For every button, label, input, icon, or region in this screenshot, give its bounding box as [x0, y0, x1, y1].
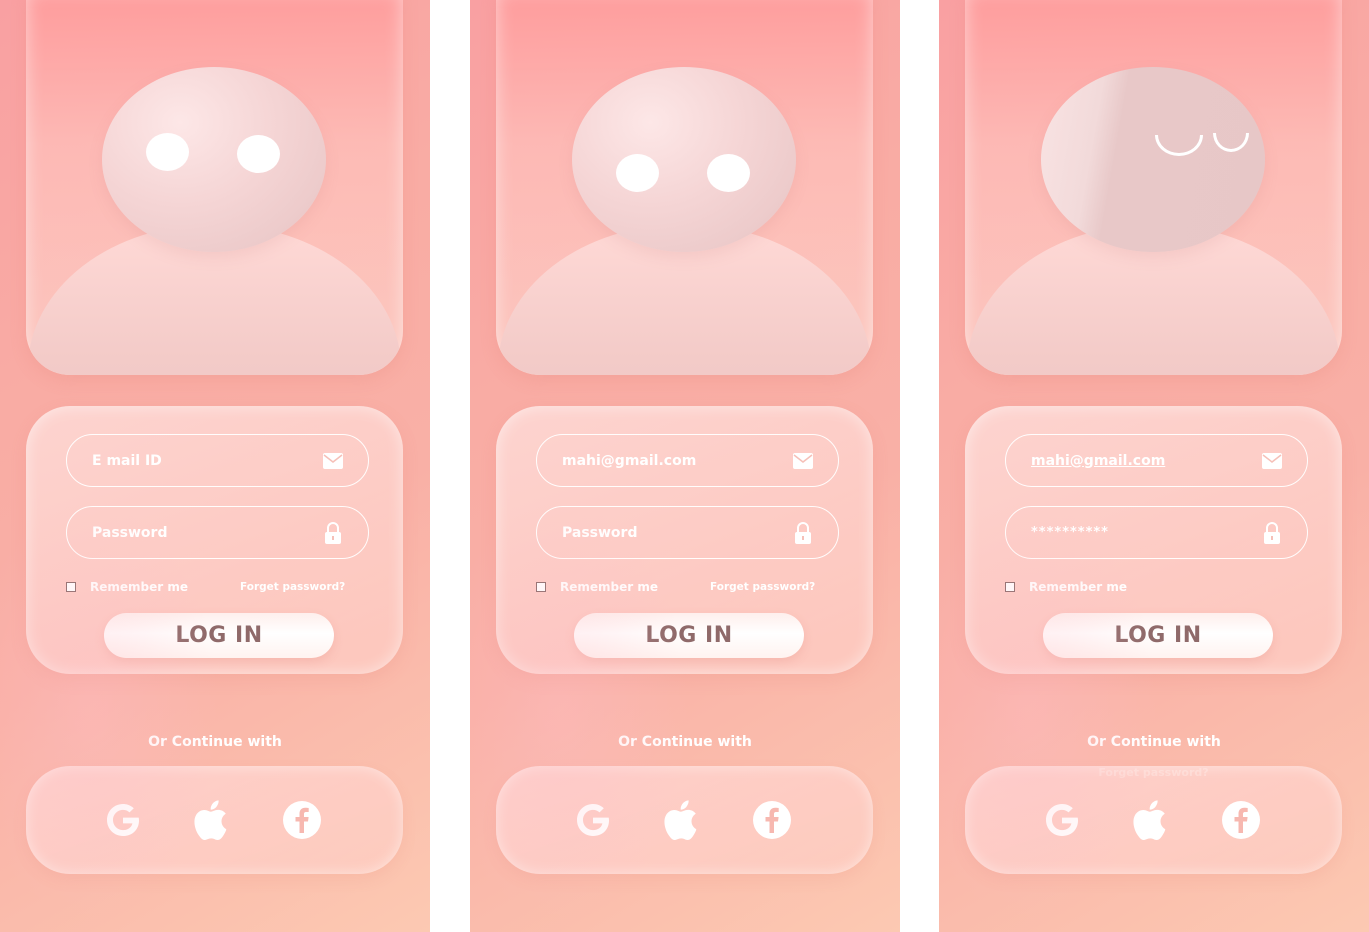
avatar-head [1041, 67, 1265, 252]
facebook-icon[interactable] [751, 799, 793, 841]
avatar-card [26, 0, 403, 375]
password-field[interactable]: Password [66, 506, 369, 559]
social-login-card [26, 766, 403, 874]
avatar-right-eye [237, 135, 280, 173]
avatar-right-eye [707, 154, 750, 192]
login-screen-2: mahi@gmail.com Password Remember me Forg… [470, 0, 900, 932]
mail-icon [1261, 450, 1283, 472]
password-field-value: ********** [1031, 525, 1109, 540]
avatar-card [496, 0, 873, 375]
or-continue-label: Or Continue with [148, 734, 282, 750]
login-form-card: mahi@gmail.com Password Remember me Forg… [496, 406, 873, 674]
remember-checkbox[interactable] [66, 582, 76, 592]
avatar-left-eye [146, 133, 189, 171]
remember-label: Remember me [560, 580, 658, 594]
lock-icon [1261, 521, 1283, 544]
login-button[interactable]: LOG IN [104, 613, 334, 658]
forget-password-link[interactable]: Forget password? [710, 581, 815, 593]
email-field-value: mahi@gmail.com [562, 452, 697, 469]
canvas: E mail ID Password Remember me Forget pa… [0, 0, 1369, 932]
remember-row: Remember me Forget password? [536, 578, 836, 596]
password-field-value: Password [92, 524, 168, 541]
facebook-icon[interactable] [1220, 799, 1262, 841]
apple-icon[interactable] [190, 799, 232, 841]
email-field-value: E mail ID [92, 452, 162, 469]
social-login-card [496, 766, 873, 874]
remember-label: Remember me [1029, 580, 1127, 594]
social-login-card: Forget password? [965, 766, 1342, 874]
apple-icon[interactable] [660, 799, 702, 841]
lock-icon [792, 521, 814, 544]
login-button[interactable]: LOG IN [1043, 613, 1273, 658]
lock-icon [322, 521, 344, 544]
login-form-card: E mail ID Password Remember me Forget pa… [26, 406, 403, 674]
avatar-left-eye [616, 154, 659, 192]
apple-icon[interactable] [1129, 799, 1171, 841]
mail-icon [792, 450, 814, 472]
avatar-head [102, 67, 326, 252]
or-continue-label: Or Continue with [618, 734, 752, 750]
forget-password-link[interactable]: Forget password? [240, 581, 345, 593]
or-continue-label: Or Continue with [1087, 734, 1221, 750]
remember-row: Remember me Forget password? [66, 578, 366, 596]
email-field[interactable]: mahi@gmail.com [536, 434, 839, 487]
email-field[interactable]: E mail ID [66, 434, 369, 487]
google-icon[interactable] [102, 799, 144, 841]
faint-forget-password-text: Forget password? [1098, 766, 1209, 779]
email-field-value: mahi@gmail.com [1031, 452, 1166, 469]
avatar-right-closed-eye [1213, 133, 1249, 152]
password-field[interactable]: ********** [1005, 506, 1308, 559]
password-field[interactable]: Password [536, 506, 839, 559]
google-icon[interactable] [572, 799, 614, 841]
login-form-card: mahi@gmail.com ********** Remember me LO… [965, 406, 1342, 674]
login-button[interactable]: LOG IN [574, 613, 804, 658]
login-screen-3: mahi@gmail.com ********** Remember me LO… [939, 0, 1369, 932]
remember-checkbox[interactable] [1005, 582, 1015, 592]
avatar-left-closed-eye [1155, 135, 1203, 156]
google-icon[interactable] [1041, 799, 1083, 841]
password-field-value: Password [562, 524, 638, 541]
remember-checkbox[interactable] [536, 582, 546, 592]
remember-row: Remember me [1005, 578, 1305, 596]
mail-icon [322, 450, 344, 472]
avatar-head [572, 67, 796, 252]
email-field[interactable]: mahi@gmail.com [1005, 434, 1308, 487]
avatar-card [965, 0, 1342, 375]
login-screen-1: E mail ID Password Remember me Forget pa… [0, 0, 430, 932]
facebook-icon[interactable] [281, 799, 323, 841]
remember-label: Remember me [90, 580, 188, 594]
